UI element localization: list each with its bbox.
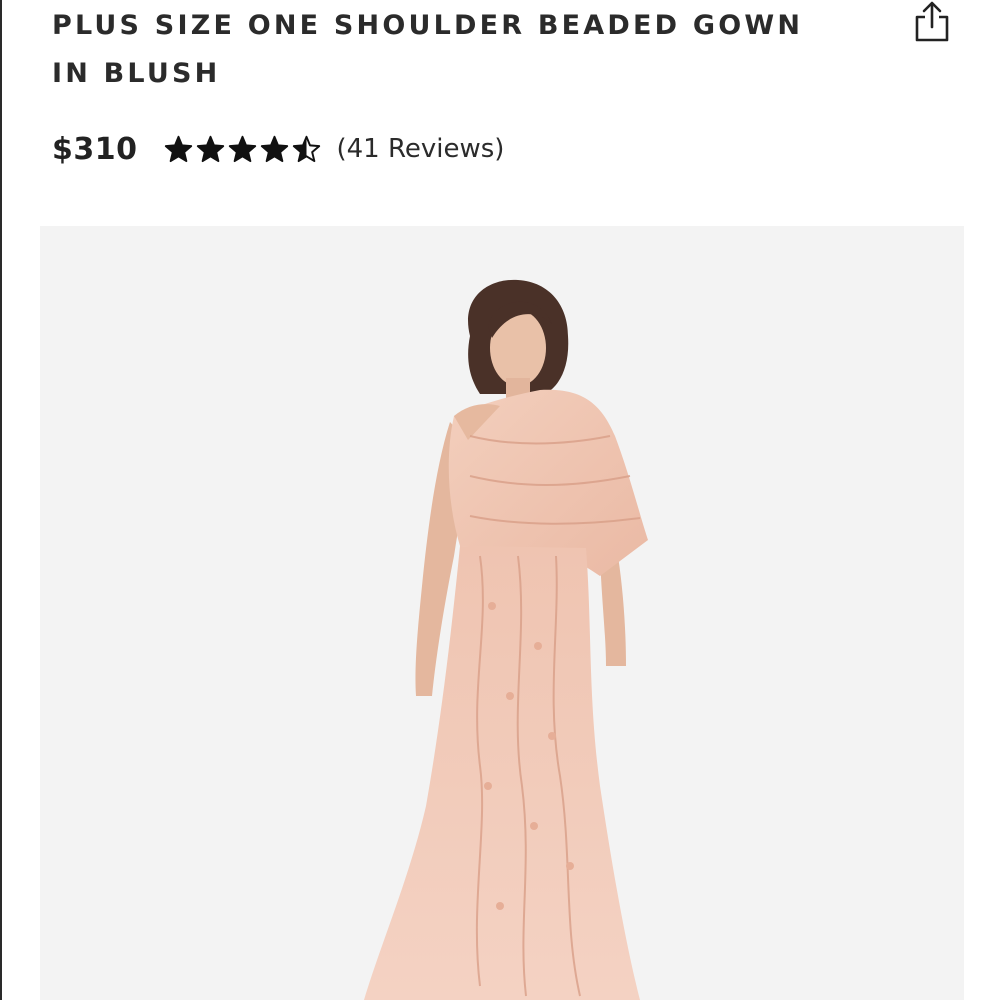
half-star-icon xyxy=(292,135,320,162)
reviews-link[interactable]: (41 Reviews) xyxy=(337,134,505,164)
share-icon[interactable] xyxy=(910,0,954,44)
model-in-gown-illustration xyxy=(364,279,648,1000)
product-image[interactable] xyxy=(40,226,964,1000)
product-title: PLUS SIZE ONE SHOULDER BEADED GOWN IN BL… xyxy=(52,10,804,89)
price-rating-row: $310 (41 Reviews) xyxy=(52,126,504,172)
star-icon xyxy=(228,135,256,162)
star-icon xyxy=(164,135,192,162)
star-icon xyxy=(196,135,224,162)
product-page: PLUS SIZE ONE SHOULDER BEADED GOWN IN BL… xyxy=(0,0,1000,1000)
star-icon xyxy=(260,135,288,162)
rating-stars[interactable] xyxy=(164,135,321,164)
product-price: $310 xyxy=(52,131,138,167)
